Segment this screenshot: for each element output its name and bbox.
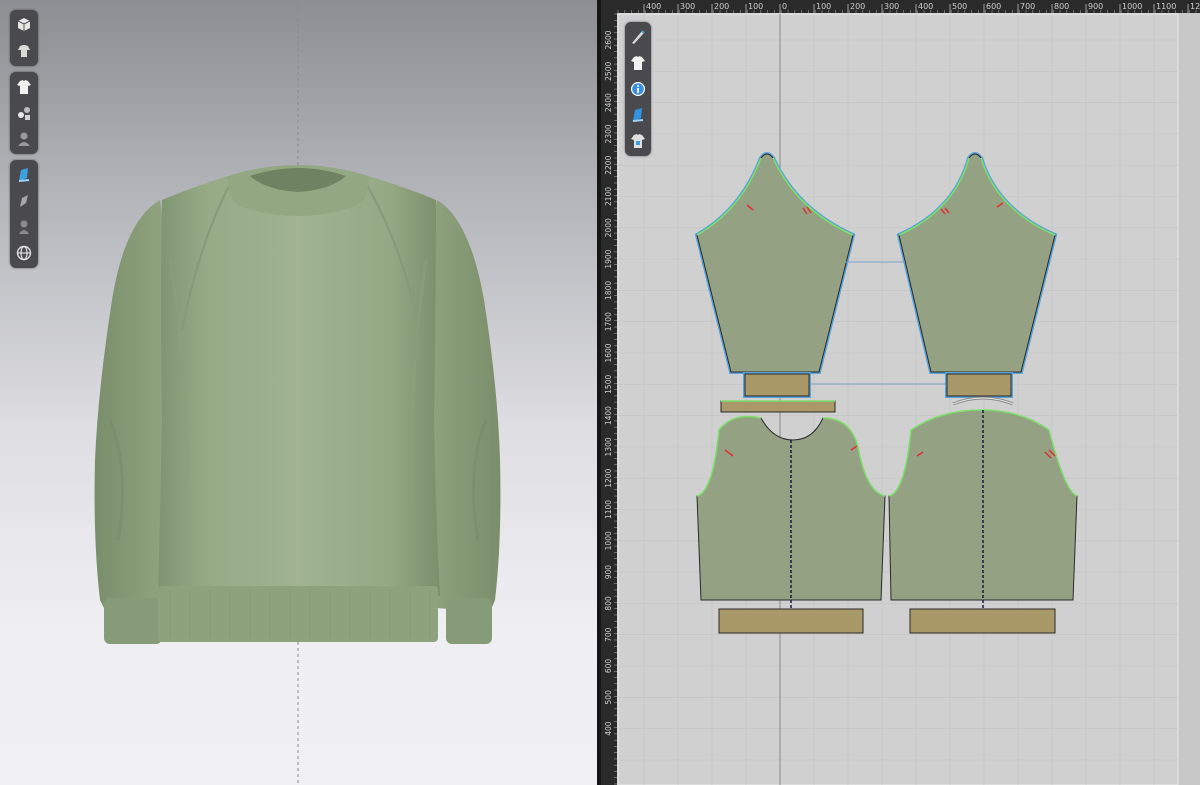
ruler-top-label: 1100 (1156, 2, 1176, 11)
garment-settings-icon[interactable] (625, 128, 651, 154)
ruler-top-label: 500 (952, 2, 967, 11)
ruler-top-label: 800 (1054, 2, 1069, 11)
cuff-piece-left[interactable] (743, 372, 811, 398)
ruler-left-label: 1800 (604, 281, 613, 300)
garment-layers-icon[interactable] (11, 38, 37, 64)
2d-toolbar (625, 22, 651, 156)
ruler-left-label: 1200 (604, 468, 613, 487)
neck-binding-piece[interactable] (720, 400, 836, 413)
ruler-top-label: 200 (850, 2, 865, 11)
ruler-left-label: 2400 (604, 93, 613, 112)
ruler-left-label: 700 (604, 627, 613, 642)
ruler-left-label: 2100 (604, 187, 613, 206)
cuff-piece-right[interactable] (945, 372, 1013, 398)
ruler-top-label: 0 (782, 2, 787, 11)
ruler-left-label: 1100 (604, 500, 613, 519)
ruler-top-label: 100 (816, 2, 831, 11)
3d-box-icon[interactable] (11, 12, 37, 38)
shirt-icon[interactable] (625, 50, 651, 76)
ruler-top-label: 600 (986, 2, 1001, 11)
ruler-top-label: 120 (1190, 2, 1200, 11)
avatar-pose-icon[interactable] (11, 214, 37, 240)
ruler-top-label: 200 (714, 2, 729, 11)
3d-toolbar-group-2 (10, 72, 38, 154)
ruler-left-label: 500 (604, 690, 613, 705)
ruler-top-label: 300 (884, 2, 899, 11)
ruler-left-label: 2000 (604, 218, 613, 237)
hem-band (158, 586, 438, 642)
ruler-top-label: 400 (646, 2, 661, 11)
pattern-artboard (617, 13, 1179, 785)
ruler-left-label: 1300 (604, 437, 613, 456)
avatar-icon[interactable] (11, 126, 37, 152)
ruler-left-label: 400 (604, 721, 613, 736)
ruler-top-label: 400 (918, 2, 933, 11)
ruler-left-label: 600 (604, 659, 613, 674)
2d-pattern-viewport[interactable]: 400 300 200 100 0 100 200 300 400 500 600 700 800 900… (601, 0, 1200, 785)
3d-toolbar-group-3 (10, 160, 38, 268)
texture-brush-icon[interactable] (11, 162, 37, 188)
ruler-left-label: 2500 (604, 62, 613, 81)
globe-icon[interactable] (11, 240, 37, 266)
ruler-left-label: 1500 (604, 375, 613, 394)
shirt-icon[interactable] (11, 74, 37, 100)
garment-3d-render[interactable] (0, 0, 597, 785)
ruler-left-label: 1400 (604, 406, 613, 425)
hem-band-piece-back[interactable] (909, 608, 1056, 634)
ruler-left-label: 1700 (604, 312, 613, 331)
3d-toolbar-group-1 (10, 10, 38, 66)
ruler-left-label: 1900 (604, 249, 613, 268)
ruler-left-label: 1000 (604, 531, 613, 550)
ruler-left-label: 2200 (604, 155, 613, 174)
right-cuff (446, 598, 492, 644)
ruler-top-label: 100 (748, 2, 763, 11)
fold-tool-icon[interactable] (11, 100, 37, 126)
ruler-top-label: 1000 (1122, 2, 1142, 11)
sweatshirt-body (158, 176, 440, 596)
hem-band-piece-front[interactable] (718, 608, 864, 634)
ruler-top-label: 700 (1020, 2, 1035, 11)
3d-viewport[interactable] (0, 0, 597, 785)
ruler-top-label: 300 (680, 2, 695, 11)
back-body-piece[interactable] (888, 409, 1078, 632)
ruler-top-label: 900 (1088, 2, 1103, 11)
pattern-canvas[interactable]: 400 300 200 100 0 100 200 300 400 500 600 700 800 900… (601, 0, 1200, 785)
pin-tool-icon[interactable] (11, 188, 37, 214)
brush-tool-icon[interactable] (625, 102, 651, 128)
front-body-piece[interactable] (696, 415, 886, 633)
left-cuff (104, 598, 162, 644)
ruler-left-label: 800 (604, 596, 613, 611)
ruler-left-label: 900 (604, 565, 613, 580)
ruler-left-label: 2300 (604, 124, 613, 143)
ruler-left-label: 2600 (604, 30, 613, 49)
pen-tool-icon[interactable] (625, 24, 651, 50)
ruler-left-label: 1600 (604, 343, 613, 362)
info-icon[interactable] (625, 76, 651, 102)
